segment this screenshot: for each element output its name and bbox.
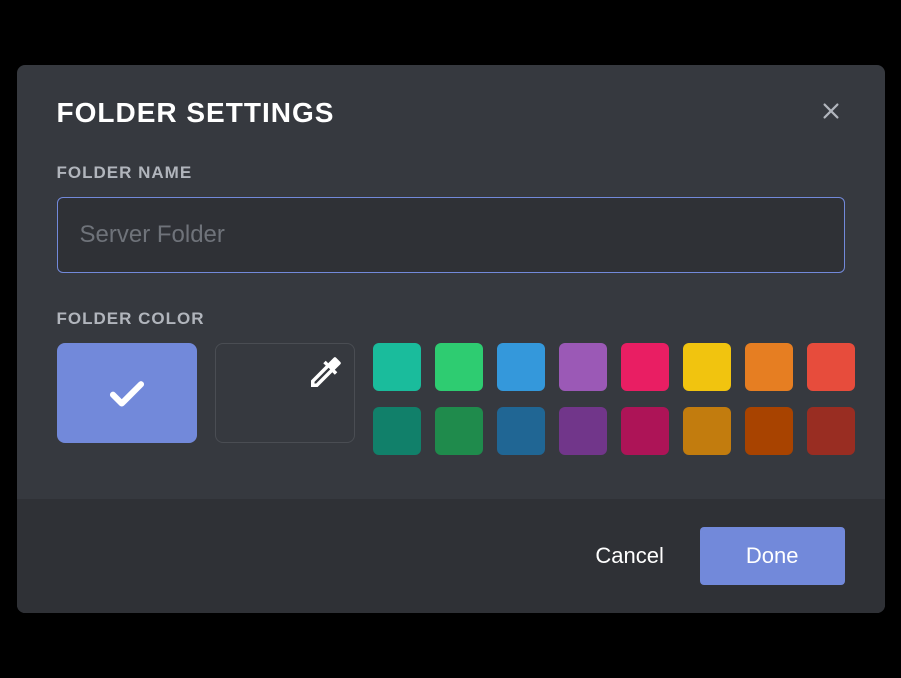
modal-body: FOLDER SETTINGS FOLDER NAME FOLDER COLOR (17, 65, 885, 499)
color-swatch[interactable] (621, 343, 669, 391)
color-swatch[interactable] (559, 343, 607, 391)
eyedropper-icon (304, 352, 346, 394)
color-swatch[interactable] (559, 407, 607, 455)
color-swatch[interactable] (497, 343, 545, 391)
color-picker-row (57, 343, 845, 455)
default-color-swatch[interactable] (57, 343, 197, 443)
modal-footer: Cancel Done (17, 499, 885, 613)
close-button[interactable] (813, 93, 849, 129)
folder-settings-modal: FOLDER SETTINGS FOLDER NAME FOLDER COLOR (17, 65, 885, 613)
color-swatch[interactable] (745, 343, 793, 391)
modal-title: FOLDER SETTINGS (57, 97, 845, 129)
color-swatch[interactable] (435, 407, 483, 455)
color-swatch[interactable] (497, 407, 545, 455)
close-icon (820, 100, 842, 122)
color-palette-grid (373, 343, 855, 455)
color-swatch[interactable] (373, 407, 421, 455)
done-button[interactable]: Done (700, 527, 845, 585)
color-swatch[interactable] (683, 343, 731, 391)
folder-color-label: FOLDER COLOR (57, 309, 845, 329)
color-swatch[interactable] (807, 343, 855, 391)
folder-name-label: FOLDER NAME (57, 163, 845, 183)
color-swatch[interactable] (621, 407, 669, 455)
folder-name-input[interactable] (57, 197, 845, 273)
color-swatch[interactable] (683, 407, 731, 455)
cancel-button[interactable]: Cancel (587, 533, 671, 579)
color-swatch[interactable] (745, 407, 793, 455)
color-swatch[interactable] (373, 343, 421, 391)
color-swatch[interactable] (435, 343, 483, 391)
color-swatch[interactable] (807, 407, 855, 455)
custom-color-swatch[interactable] (215, 343, 355, 443)
checkmark-icon (106, 372, 148, 414)
